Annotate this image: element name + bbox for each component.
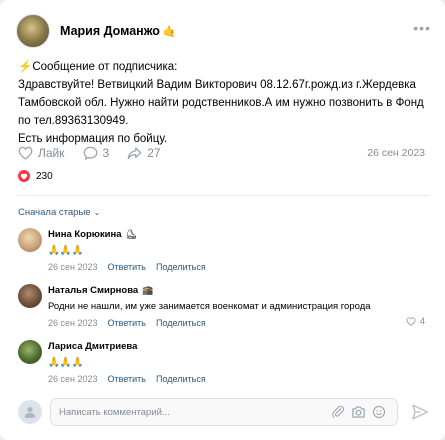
heart-badge-icon (18, 170, 30, 182)
comment-date[interactable]: 26 сен 2023 (48, 318, 98, 328)
commenter-avatar[interactable] (18, 340, 42, 364)
reply-button[interactable]: Ответить (108, 262, 146, 272)
post-line: Здравствуйте! Ветвицкий Вадим Викторович… (18, 79, 416, 91)
post-card: Мария Доманжо 🤙 ••• ⚡Сообщение от подпис… (0, 0, 445, 440)
likes-count: 230 (36, 170, 53, 182)
author-emoji: 🤙 (162, 25, 177, 38)
post-text: ⚡Сообщение от подписчика: Здравствуйте! … (18, 58, 433, 148)
divider (16, 195, 429, 196)
shares-count: 27 (147, 146, 161, 160)
like-button[interactable]: Лайк (18, 146, 65, 160)
comment-like-button[interactable]: 4 (406, 316, 425, 327)
comments-count: 3 (102, 146, 110, 160)
comment-likes-count: 4 (419, 316, 425, 327)
post-line: по тел.89363130949. (18, 115, 129, 127)
comment-icon (83, 146, 97, 160)
commenter-name[interactable]: Нина Корюкина (48, 229, 122, 240)
comment-text: Родни не нашли, им уже занимается военко… (48, 301, 371, 312)
share-icon (127, 147, 142, 159)
share-button[interactable]: 27 (127, 146, 161, 160)
comments-sort-dropdown[interactable]: Сначала старые ⌄ (18, 207, 100, 218)
post-actions: Лайк 3 27 (18, 144, 179, 162)
reply-button[interactable]: Ответить (108, 374, 146, 384)
comment-date[interactable]: 26 сен 2023 (48, 262, 98, 272)
author-name[interactable]: Мария Доманжо (60, 24, 160, 38)
heart-outline-icon (18, 146, 33, 160)
my-avatar[interactable] (18, 400, 42, 424)
commenter-name[interactable]: Лариса Дмитриева (48, 341, 137, 352)
comment-date[interactable]: 26 сен 2023 (48, 374, 98, 384)
comment-text: 🙏🙏🙏 (48, 357, 84, 368)
like-label: Лайк (38, 146, 65, 160)
post-line: Тамбовской обл. Нужно найти родственнико… (18, 97, 424, 109)
share-comment-button[interactable]: Поделиться (156, 262, 206, 272)
likes-summary[interactable]: 230 (18, 170, 53, 182)
heart-outline-icon (406, 317, 416, 326)
author-avatar[interactable] (16, 14, 50, 48)
more-options-button[interactable]: ••• (413, 20, 431, 36)
emoji-icon[interactable] (372, 405, 386, 419)
post-line: ⚡Сообщение от подписчика: (18, 61, 178, 73)
comments-button[interactable]: 3 (83, 146, 110, 160)
composer-tools (331, 405, 386, 419)
reply-button[interactable]: Ответить (108, 318, 146, 328)
comment-text: 🙏🙏🙏 (48, 245, 84, 256)
commenter-avatar[interactable] (18, 284, 42, 308)
attachment-icon[interactable] (331, 405, 345, 419)
user-placeholder-icon (24, 407, 36, 418)
send-icon[interactable] (411, 403, 429, 421)
post-header: Мария Доманжо 🤙 (16, 14, 177, 48)
chevron-down-icon: ⌄ (93, 208, 101, 217)
comments-sort-label: Сначала старые (18, 207, 91, 218)
commenter-emoji: 🕋 (142, 285, 154, 295)
camera-icon[interactable] (351, 405, 366, 419)
commenter-emoji: ⛸ (125, 229, 137, 239)
comment-composer (18, 398, 433, 426)
commenter-name[interactable]: Наталья Смирнова (48, 285, 138, 296)
share-comment-button[interactable]: Поделиться (156, 318, 206, 328)
commenter-avatar[interactable] (18, 228, 42, 252)
share-comment-button[interactable]: Поделиться (156, 374, 206, 384)
post-date[interactable]: 26 сен 2023 (367, 147, 425, 159)
